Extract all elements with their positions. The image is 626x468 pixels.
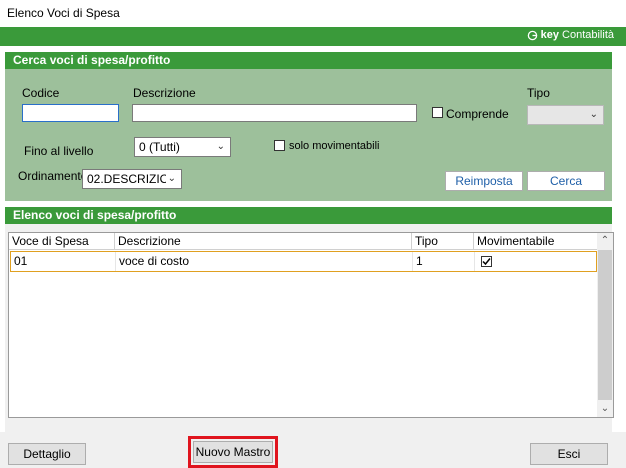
descrizione-label: Descrizione bbox=[133, 86, 196, 100]
key-logo-icon bbox=[527, 30, 537, 40]
comprende-label: Comprende bbox=[446, 107, 509, 121]
esci-button[interactable]: Esci bbox=[530, 443, 608, 465]
codice-label: Codice bbox=[22, 86, 60, 100]
scroll-down-icon[interactable]: ⌄ bbox=[597, 401, 613, 417]
chevron-down-icon: ⌄ bbox=[589, 109, 598, 120]
column-header-voce[interactable]: Voce di Spesa bbox=[9, 233, 115, 250]
brand-name: Contabilità bbox=[562, 29, 614, 41]
tipo-label: Tipo bbox=[527, 86, 550, 100]
scroll-up-icon[interactable]: ⌃ bbox=[597, 233, 613, 249]
movimentabili-label: solo movimentabili bbox=[289, 140, 380, 152]
brand-logo: key Contabilità bbox=[527, 29, 614, 41]
search-panel-title: Cerca voci di spesa/profitto bbox=[5, 52, 612, 69]
checkmark-icon bbox=[482, 258, 491, 266]
dettaglio-button[interactable]: Dettaglio bbox=[8, 443, 86, 465]
scrollbar-thumb[interactable] bbox=[598, 250, 612, 400]
cell-tipo: 1 bbox=[413, 252, 475, 271]
vertical-scrollbar[interactable]: ⌃ ⌄ bbox=[597, 233, 613, 417]
movimentabili-checkbox[interactable] bbox=[274, 140, 285, 151]
ordinamento-label: Ordinamento bbox=[18, 169, 88, 183]
codice-input[interactable] bbox=[22, 104, 119, 122]
descrizione-input[interactable] bbox=[132, 104, 417, 122]
comprende-checkbox[interactable] bbox=[432, 107, 443, 118]
chevron-down-icon: ⌄ bbox=[216, 141, 225, 152]
chevron-down-icon: ⌄ bbox=[165, 170, 176, 188]
voci-grid[interactable]: Voce di Spesa Descrizione Tipo Movimenta… bbox=[8, 232, 614, 418]
movimentabile-checkbox[interactable] bbox=[481, 256, 492, 267]
nuovo-mastro-button[interactable]: Nuovo Mastro bbox=[193, 441, 273, 463]
column-header-descrizione[interactable]: Descrizione bbox=[115, 233, 412, 250]
reimposta-button[interactable]: Reimposta bbox=[445, 171, 523, 191]
search-panel: Cerca voci di spesa/profitto Codice Desc… bbox=[5, 52, 612, 201]
ordinamento-select-value: 02.DESCRIZIOI bbox=[87, 172, 173, 186]
livello-select[interactable]: 0 (Tutti) ⌄ bbox=[134, 137, 231, 157]
cell-descrizione: voce di costo bbox=[116, 252, 413, 271]
tipo-select[interactable]: ⌄ bbox=[527, 105, 604, 125]
footer-bar: Dettaglio Nuovo Mastro Esci bbox=[0, 432, 626, 468]
column-header-movimentabile[interactable]: Movimentabile bbox=[474, 233, 598, 250]
brand-prefix: key bbox=[540, 29, 560, 41]
window-titlebar: Elenco Voci di Spesa bbox=[0, 0, 626, 26]
column-header-tipo[interactable]: Tipo bbox=[412, 233, 474, 250]
brand-bar: key Contabilità bbox=[0, 27, 626, 46]
window-title: Elenco Voci di Spesa bbox=[7, 6, 120, 20]
cerca-button[interactable]: Cerca bbox=[527, 171, 605, 191]
ordinamento-select[interactable]: 02.DESCRIZIOI ⌄ bbox=[82, 169, 182, 189]
cell-voce: 01 bbox=[11, 252, 116, 271]
cell-movimentabile bbox=[475, 252, 596, 271]
livello-select-value: 0 (Tutti) bbox=[139, 140, 180, 154]
livello-label: Fino al livello bbox=[24, 144, 94, 158]
list-panel-title: Elenco voci di spesa/profitto bbox=[5, 207, 612, 224]
table-row[interactable]: 01 voce di costo 1 bbox=[10, 251, 597, 272]
